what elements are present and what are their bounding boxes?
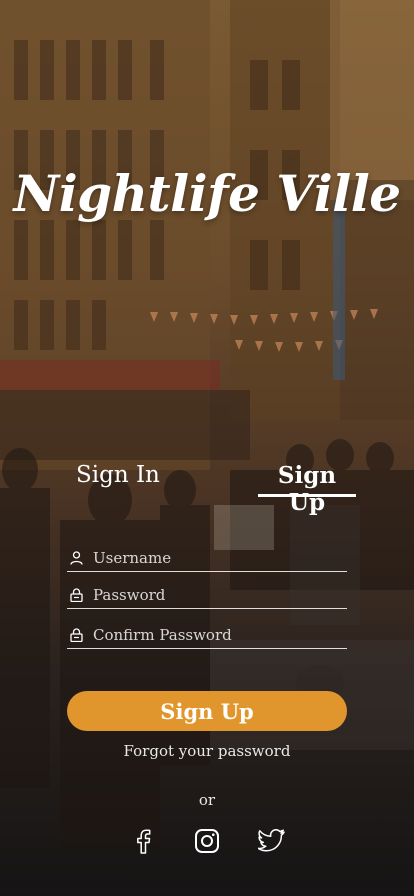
- password-field: [67, 582, 347, 609]
- username-input[interactable]: [93, 549, 333, 567]
- active-tab-indicator: [258, 494, 356, 497]
- tab-sign-in[interactable]: Sign In: [76, 462, 160, 492]
- forgot-password-link[interactable]: Forgot your password: [0, 742, 414, 760]
- instagram-icon[interactable]: [192, 826, 222, 856]
- background-photo: [0, 0, 414, 896]
- password-input[interactable]: [93, 586, 333, 604]
- or-divider: or: [198, 791, 216, 809]
- app-title: Nightlife Ville: [13, 164, 401, 223]
- twitter-icon[interactable]: [257, 826, 287, 856]
- confirm-password-input[interactable]: [93, 626, 333, 644]
- sign-up-button[interactable]: Sign Up: [67, 691, 347, 731]
- facebook-icon[interactable]: [128, 826, 158, 856]
- street-scene: [0, 0, 414, 850]
- lock-icon: [68, 627, 84, 643]
- user-icon: [68, 550, 84, 566]
- lock-icon: [68, 587, 84, 603]
- confirm-password-field: [67, 622, 347, 649]
- tab-sign-up[interactable]: Sign Up: [258, 462, 356, 520]
- username-field: [67, 545, 347, 572]
